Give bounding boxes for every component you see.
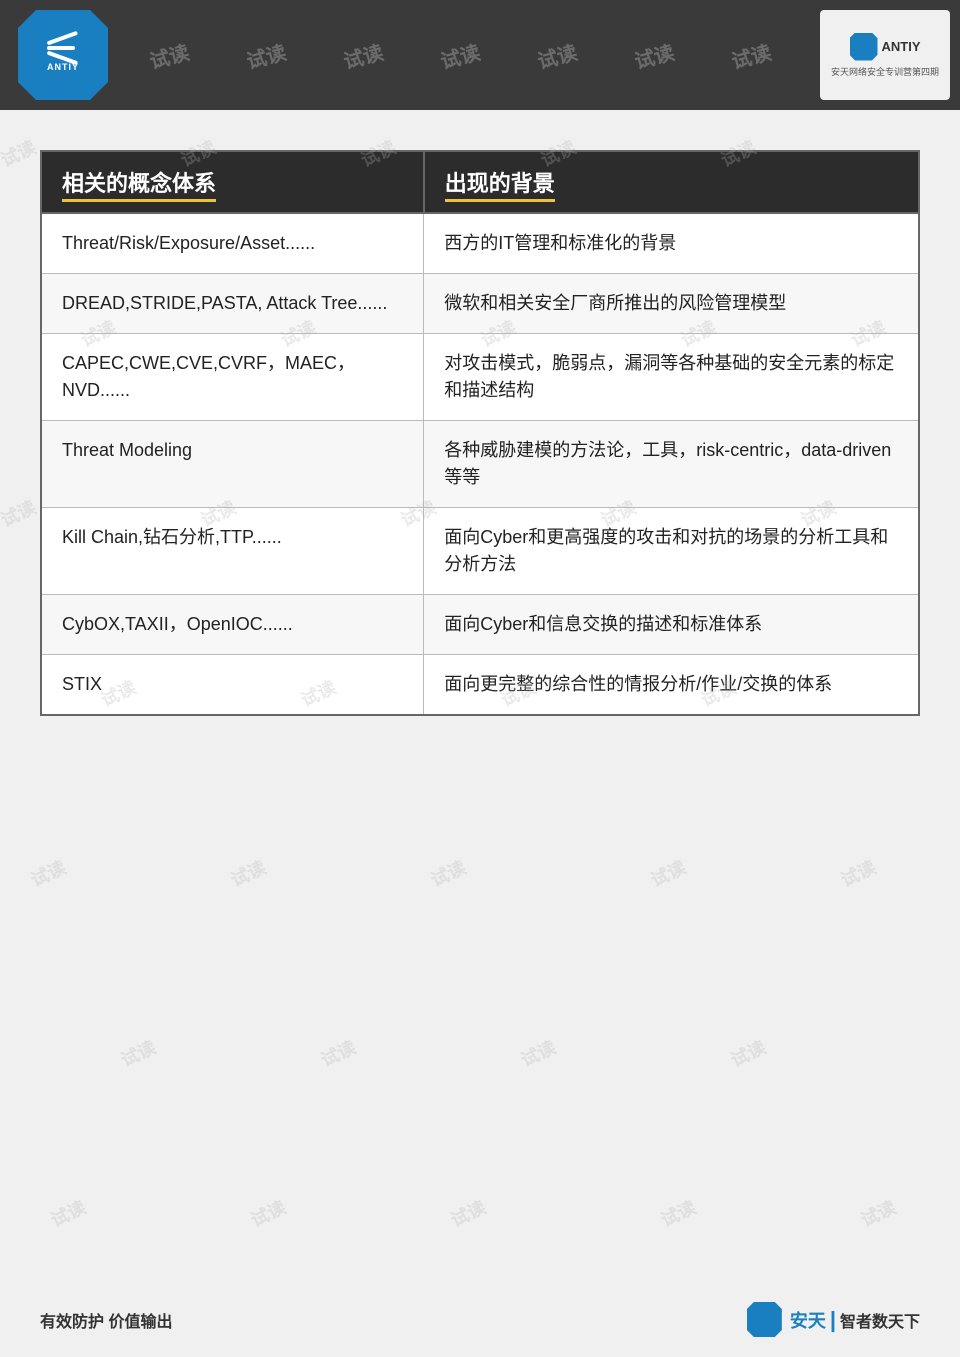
footer-antiy-label: 安天 xyxy=(790,1307,826,1333)
watermark: 试读 xyxy=(646,854,690,893)
table-cell-col2: 西方的IT管理和标准化的背景 xyxy=(424,213,919,274)
main-content: 相关的概念体系 出现的背景 Threat/Risk/Exposure/Asset… xyxy=(0,110,960,746)
header-wm-5: 试读 xyxy=(534,36,580,74)
watermark: 试读 xyxy=(226,854,270,893)
header-wm-2: 试读 xyxy=(243,36,289,74)
table-cell-col2: 对攻击模式，脆弱点，漏洞等各种基础的安全元素的标定和描述结构 xyxy=(424,334,919,421)
watermark: 试读 xyxy=(246,1194,290,1233)
table-cell-col2: 微软和相关安全厂商所推出的风险管理模型 xyxy=(424,274,919,334)
table-cell-col1: CybOX,TAXII，OpenIOC...... xyxy=(41,595,424,655)
footer-divider: | xyxy=(830,1307,836,1333)
col2-header: 出现的背景 xyxy=(424,151,919,213)
table-cell-col2: 面向Cyber和更高强度的攻击和对抗的场景的分析工具和分析方法 xyxy=(424,508,919,595)
header-right-logo: ANTIY 安天网络安全专训营第四期 xyxy=(820,10,950,100)
table-row: CAPEC,CWE,CVE,CVRF，MAEC，NVD......对攻击模式，脆… xyxy=(41,334,919,421)
watermark: 试读 xyxy=(836,854,880,893)
table-cell-col2: 面向Cyber和信息交换的描述和标准体系 xyxy=(424,595,919,655)
logo-line-1 xyxy=(47,31,78,46)
footer-brand-text: 安天 | 智者数天下 xyxy=(790,1307,920,1333)
table-cell-col1: DREAD,STRIDE,PASTA, Attack Tree...... xyxy=(41,274,424,334)
concept-table: 相关的概念体系 出现的背景 Threat/Risk/Exposure/Asset… xyxy=(40,150,920,716)
watermark: 试读 xyxy=(726,1034,770,1073)
watermark: 试读 xyxy=(46,1194,90,1233)
footer-tagline: 有效防护 价值输出 xyxy=(40,1308,172,1332)
footer: 有效防护 价值输出 安天 | 智者数天下 xyxy=(40,1302,920,1337)
badge-subtitle: 安天网络安全专训营第四期 xyxy=(831,65,939,78)
watermark: 试读 xyxy=(116,1034,160,1073)
table-cell-col1: Threat/Risk/Exposure/Asset...... xyxy=(41,213,424,274)
header: ANTIY 试读 试读 试读 试读 试读 试读 试读 ANTIY 安天网络安全专… xyxy=(0,0,960,110)
table-cell-col1: CAPEC,CWE,CVE,CVRF，MAEC，NVD...... xyxy=(41,334,424,421)
watermark: 试读 xyxy=(26,854,70,893)
footer-brand: 安天 | 智者数天下 xyxy=(747,1302,920,1337)
header-wm-7: 试读 xyxy=(728,36,774,74)
col1-header: 相关的概念体系 xyxy=(41,151,424,213)
watermark: 试读 xyxy=(856,1194,900,1233)
badge-brand-text: ANTIY xyxy=(882,39,921,54)
logo-line-2 xyxy=(47,46,75,50)
header-wm-6: 试读 xyxy=(631,36,677,74)
watermark: 试读 xyxy=(656,1194,700,1233)
table-cell-col2: 面向更完整的综合性的情报分析/作业/交换的体系 xyxy=(424,655,919,716)
watermark: 试读 xyxy=(316,1034,360,1073)
watermark: 试读 xyxy=(426,854,470,893)
badge-hex-icon xyxy=(850,33,878,61)
table-cell-col1: Threat Modeling xyxy=(41,421,424,508)
footer-hex-icon xyxy=(747,1302,782,1337)
antiy-badge: ANTIY xyxy=(850,33,921,61)
header-watermarks: 试读 试读 试读 试读 试读 试读 试读 xyxy=(0,0,960,110)
table-row: Threat/Risk/Exposure/Asset......西方的IT管理和… xyxy=(41,213,919,274)
table-row: CybOX,TAXII，OpenIOC......面向Cyber和信息交换的描述… xyxy=(41,595,919,655)
footer-brand-sub: 智者数天下 xyxy=(840,1308,920,1332)
header-wm-4: 试读 xyxy=(437,36,483,74)
table-cell-col1: STIX xyxy=(41,655,424,716)
table-row: Threat Modeling各种威胁建模的方法论，工具，risk-centri… xyxy=(41,421,919,508)
header-wm-3: 试读 xyxy=(340,36,386,74)
table-cell-col1: Kill Chain,钻石分析,TTP...... xyxy=(41,508,424,595)
table-cell-col2: 各种威胁建模的方法论，工具，risk-centric，data-driven等等 xyxy=(424,421,919,508)
watermark: 试读 xyxy=(446,1194,490,1233)
header-wm-1: 试读 xyxy=(145,36,191,74)
watermark: 试读 xyxy=(516,1034,560,1073)
logo-lines xyxy=(47,38,79,58)
table-row: Kill Chain,钻石分析,TTP......面向Cyber和更高强度的攻击… xyxy=(41,508,919,595)
table-row: STIX面向更完整的综合性的情报分析/作业/交换的体系 xyxy=(41,655,919,716)
table-row: DREAD,STRIDE,PASTA, Attack Tree......微软和… xyxy=(41,274,919,334)
antiy-logo: ANTIY xyxy=(18,10,108,100)
